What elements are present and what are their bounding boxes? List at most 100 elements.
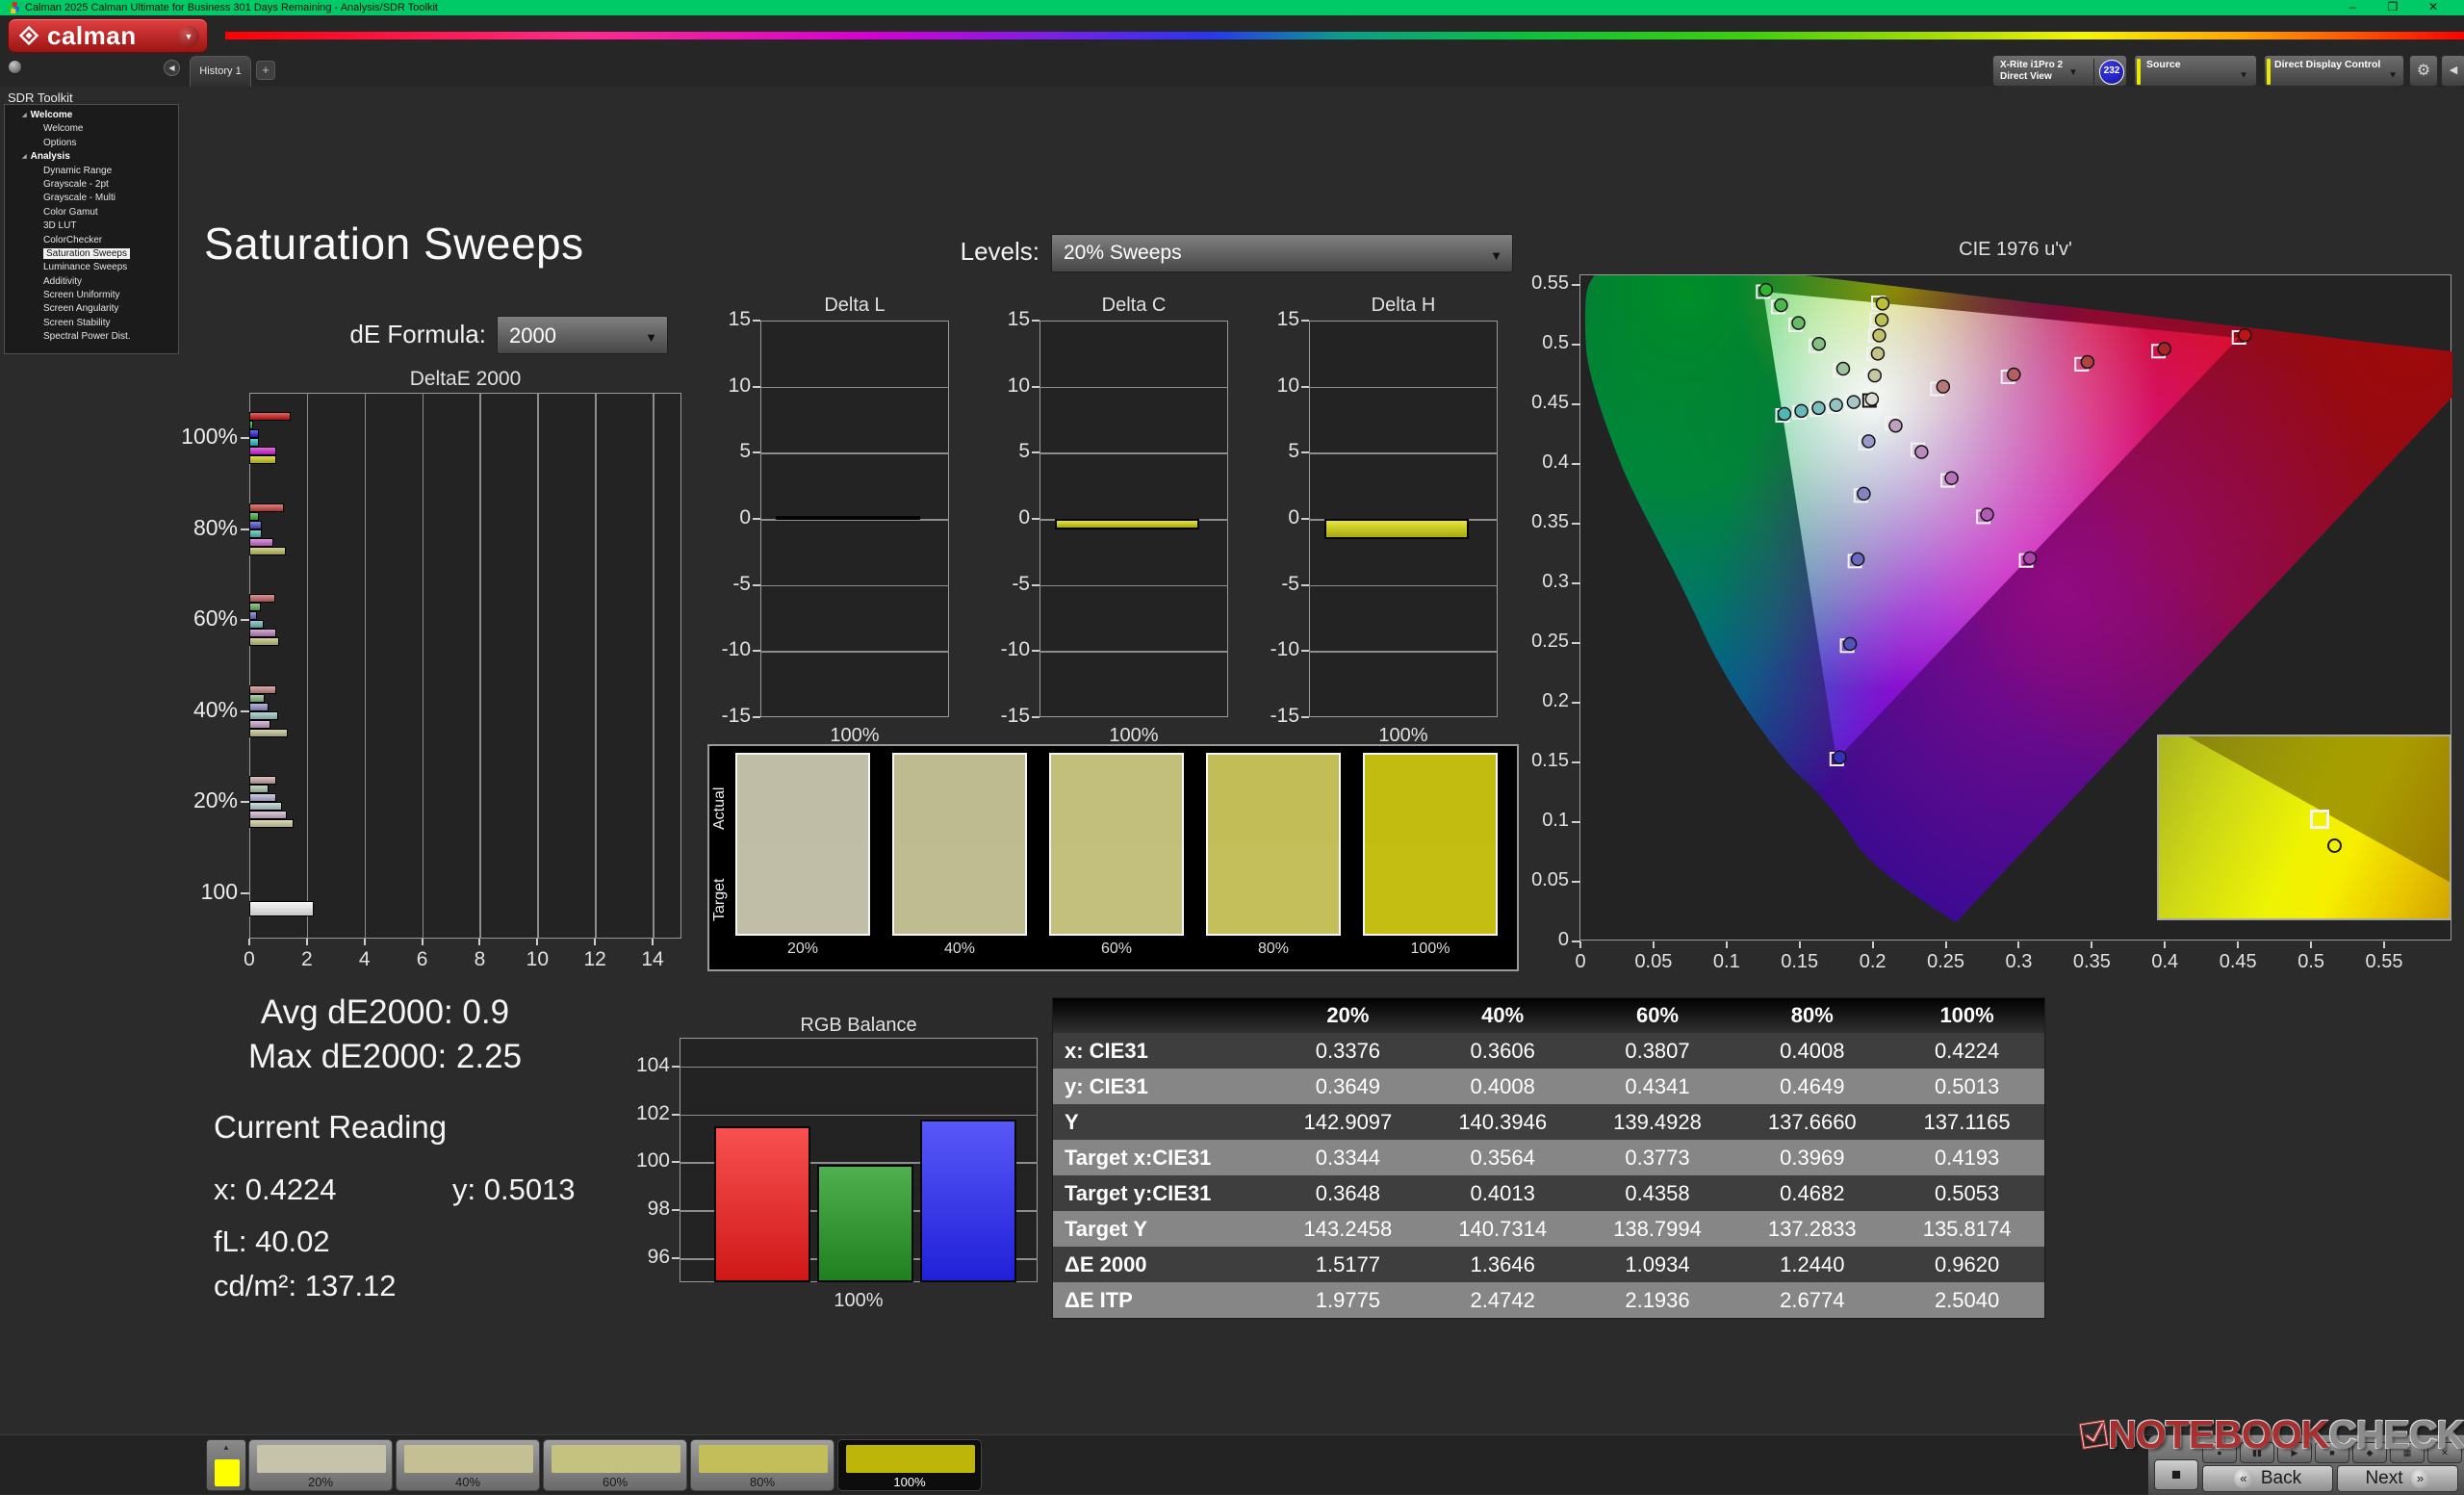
display-control-dropdown[interactable]: Direct Display Control ▼ (2264, 55, 2404, 87)
chevron-down-icon: ▼ (2068, 67, 2078, 78)
patch-thumbnail-100%[interactable]: 100% (837, 1439, 982, 1491)
display-control-label: Direct Display Control (2274, 59, 2380, 70)
source-dropdown[interactable]: Source ▼ (2134, 55, 2257, 87)
sidebar-item-3d-lut[interactable]: 3D LUT (5, 219, 178, 233)
y-tick-label: 0.3 (1507, 571, 1569, 593)
y-tick (1572, 523, 1580, 525)
sidebar-item-dynamic-range[interactable]: Dynamic Range (5, 165, 178, 178)
deltae-bar (249, 793, 276, 802)
patch-thumbnail-40%[interactable]: 40% (396, 1439, 540, 1491)
minimize-button[interactable]: – (2339, 0, 2366, 15)
patch-thumbnail-80%[interactable]: 80% (690, 1439, 834, 1491)
y-tick-label: -5 (1251, 573, 1299, 596)
measured-circle-marker (1844, 637, 1857, 650)
value-cell: 0.3649 (1270, 1069, 1425, 1104)
value-cell: 0.4008 (1734, 1033, 1889, 1069)
maximize-button[interactable]: ❐ (2379, 0, 2406, 15)
rainbow-bar (225, 32, 2464, 39)
calman-menu-button[interactable]: calman ▼ (8, 18, 208, 53)
x-tick (2164, 941, 2166, 948)
de-formula-dropdown[interactable]: 2000 ▼ (497, 316, 668, 354)
meter-device-dropdown[interactable]: X-Rite i1Pro 2 Direct View ▼ 232 (1992, 55, 2127, 87)
column-header: 80% (1734, 998, 1889, 1033)
column-header: 40% (1425, 998, 1580, 1033)
sidebar-item-luminance-sweeps[interactable]: Luminance Sweeps (5, 261, 178, 274)
gridline (680, 1115, 1038, 1117)
sidebar-item-grayscale-2pt[interactable]: Grayscale - 2pt (5, 178, 178, 192)
calman-dropdown-arrow-icon[interactable]: ▼ (178, 26, 199, 47)
y-tick (1032, 716, 1040, 718)
sidebar-item-screen-stability[interactable]: Screen Stability (5, 317, 178, 330)
delta-c-chart: 151050-5-10-15100% (1040, 321, 1228, 717)
y-tick-label: -15 (982, 705, 1030, 728)
sidebar-collapse-icon[interactable]: ◀ (164, 60, 180, 76)
value-cell: 0.3807 (1580, 1033, 1735, 1069)
gridline (680, 1067, 1038, 1069)
levels-label: Levels: (866, 237, 1040, 267)
tree-expander-icon[interactable]: ◢ (22, 154, 27, 160)
x-tick (1872, 941, 1874, 948)
x-tick-label: 0.45 (2207, 951, 2269, 973)
watermark-check-text: CHECK (2328, 1412, 2464, 1456)
y-tick-label: 0.5 (1507, 332, 1569, 354)
deltae-bar (249, 720, 270, 729)
x-tick (1653, 941, 1655, 948)
sidebar-item-additivity[interactable]: Additivity (5, 275, 178, 289)
tree-expander-icon[interactable]: ◢ (22, 113, 27, 118)
y-tick-label: -10 (1251, 638, 1299, 661)
y-tick (1572, 284, 1580, 286)
x-tick-label: 0.4 (2134, 951, 2195, 973)
notebookcheck-watermark: NOTEBOOKCHECK (2077, 1390, 2464, 1479)
patch-thumbnail-60%[interactable]: 60% (543, 1439, 687, 1491)
sidebar-item-screen-angularity[interactable]: Screen Angularity (5, 302, 178, 316)
y-tick (1301, 716, 1309, 718)
tab-history-1[interactable]: History 1 (190, 56, 251, 87)
actual-half (1365, 755, 1496, 844)
sidebar-item-analysis[interactable]: ◢Analysis (5, 150, 178, 164)
close-button[interactable]: ✕ (2420, 0, 2447, 15)
y-tick (1032, 451, 1040, 453)
measured-circle-marker (1873, 329, 1886, 342)
value-cell: 137.1165 (1889, 1104, 2044, 1140)
measured-circle-marker (1937, 380, 1949, 393)
deltae-bar (249, 785, 269, 793)
add-tab-button[interactable]: + (256, 61, 275, 80)
x-tick (2237, 941, 2239, 948)
patch-list-mini-tile[interactable]: ▲ (206, 1439, 246, 1491)
sidebar-item-color-gamut[interactable]: Color Gamut (5, 206, 178, 219)
rgb-bar-blue (920, 1120, 1016, 1282)
measured-circle-marker (1778, 407, 1790, 420)
settings-gear-button[interactable]: ⚙ (2409, 55, 2438, 87)
levels-dropdown[interactable]: 20% Sweeps ▼ (1051, 234, 1513, 272)
sidebar-item-welcome[interactable]: Welcome (5, 122, 178, 136)
value-cell: 2.5040 (1889, 1282, 2044, 1318)
deltae-bar (249, 685, 276, 694)
sidebar-item-colorchecker[interactable]: ColorChecker (5, 234, 178, 247)
measured-circle-marker (1945, 472, 1958, 484)
x-category-label: 100% (680, 1290, 1038, 1312)
deltae-bar (249, 611, 257, 620)
sidebar-item-grayscale-multi[interactable]: Grayscale - Multi (5, 192, 178, 205)
value-cell: 0.4224 (1889, 1033, 2044, 1069)
sidebar-item-welcome[interactable]: ◢Welcome (5, 109, 178, 122)
patch-thumbnail-20%[interactable]: 20% (248, 1439, 393, 1491)
value-cell: 1.2440 (1734, 1247, 1889, 1282)
y-tick (241, 710, 249, 712)
value-cell: 0.3606 (1425, 1033, 1580, 1069)
deltae-bar (249, 455, 276, 464)
sidebar-item-screen-uniformity[interactable]: Screen Uniformity (5, 289, 178, 302)
y-tick (1032, 518, 1040, 520)
sidebar-item-options[interactable]: Options (5, 137, 178, 150)
y-group-label: 40% (149, 697, 238, 723)
x-tick-label: 0 (1550, 951, 1611, 973)
y-tick (753, 451, 760, 453)
sidebar-item-saturation-sweeps[interactable]: Saturation Sweeps (5, 247, 178, 261)
layout-toggle-button[interactable] (8, 60, 22, 74)
panel-collapse-button[interactable]: ◀ (2441, 55, 2464, 87)
deltae-bar (249, 547, 286, 555)
sidebar-item-spectral-power-dist-[interactable]: Spectral Power Dist. (5, 330, 178, 344)
expand-up-icon[interactable]: ▲ (207, 1440, 245, 1456)
y-group-label: 60% (149, 606, 238, 632)
y-tick (1572, 642, 1580, 644)
value-cell: 1.9775 (1270, 1282, 1425, 1318)
